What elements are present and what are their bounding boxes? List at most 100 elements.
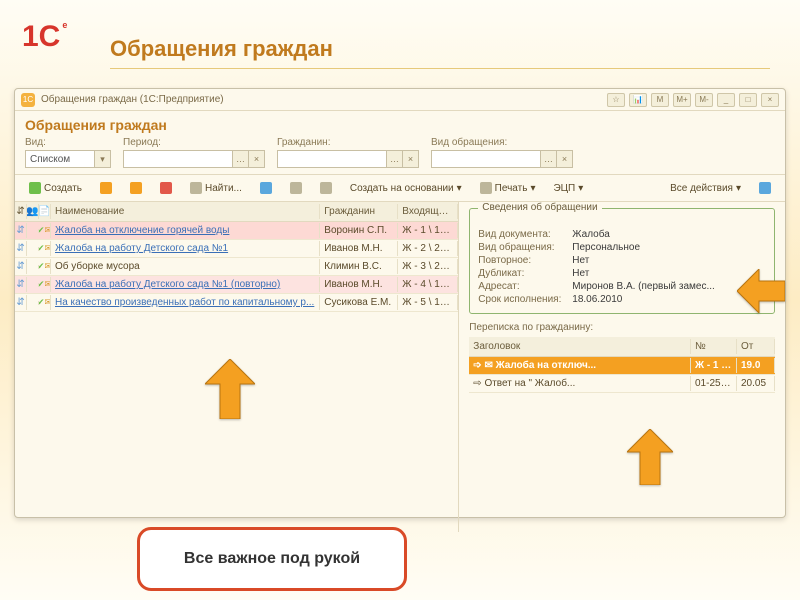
m-button[interactable]: M [651, 93, 669, 107]
filter-type-input[interactable] [431, 150, 541, 168]
detail-field: Адресат: Миронов В.А. (первый замес... [478, 281, 766, 292]
field-label: Вид обращения: [478, 242, 566, 253]
find-button[interactable]: Найти... [184, 179, 248, 197]
field-label: Вид документа: [478, 229, 566, 240]
details-pane: Сведения об обращении Вид документа:Жало… [459, 202, 785, 532]
ellipsis-icon[interactable]: … [233, 150, 249, 168]
correspondence-label: Переписка по гражданину: [469, 322, 775, 333]
table-row[interactable]: ⇵✔ ✉Жалоба на отключение горячей водыВор… [15, 222, 458, 240]
edit-button[interactable] [124, 179, 148, 197]
detail-field: Вид обращения: Персональное [478, 242, 766, 253]
help-button[interactable] [753, 179, 777, 197]
detail-field: Дубликат:Нет [478, 268, 766, 279]
row-citizen: Иванов М.Н. [320, 241, 398, 256]
callout-box: Все важное под рукой [137, 527, 407, 591]
titlebar: 1C Обращения граждан (1С:Предприятие) ☆ … [15, 89, 785, 111]
list-button[interactable] [284, 179, 308, 197]
table-row[interactable]: ⇵✔ ✉Жалоба на работу Детского сада №1Ива… [15, 240, 458, 258]
status-icon: ⇵ [16, 279, 24, 290]
all-actions-button[interactable]: Все действия ▾ [664, 180, 747, 197]
dropdown-icon[interactable]: ▾ [95, 150, 111, 168]
titlebar-buttons: ☆ 📊 M M+ M- _ □ × [607, 93, 779, 107]
list-header: ⇵ 👥 📄 Наименование Гражданин Входящий н [15, 202, 458, 222]
annotation-arrow-corr [627, 429, 673, 488]
ellipsis-icon[interactable]: … [387, 150, 403, 168]
list-icon [290, 182, 302, 194]
filter-vid-input[interactable] [25, 150, 95, 168]
row-citizen: Иванов М.Н. [320, 277, 398, 292]
create-button[interactable]: Создать [23, 179, 88, 197]
slide-title: Обращения граждан [110, 36, 770, 69]
filter-period-input[interactable] [123, 150, 233, 168]
mminus-button[interactable]: M- [695, 93, 713, 107]
copy-icon [100, 182, 112, 194]
row-incoming: Ж - 1 \ 19-0 [398, 223, 458, 238]
detail-field: Повторное:Нет [478, 255, 766, 266]
corr-col-title[interactable]: Заголовок [469, 339, 691, 354]
col-citizen[interactable]: Гражданин [320, 204, 398, 219]
field-value: Персональное [572, 242, 640, 253]
field-label: Адресат: [478, 281, 566, 292]
refresh-icon [260, 182, 272, 194]
print-button[interactable]: Печать ▾ [474, 179, 542, 197]
app-window: 1C Обращения граждан (1С:Предприятие) ☆ … [14, 88, 786, 518]
mplus-button[interactable]: M+ [673, 93, 691, 107]
table-row[interactable]: ⇵✔ ✉На качество произведенных работ по к… [15, 294, 458, 312]
row-citizen: Сусикова Е.М. [320, 295, 398, 310]
field-value: Миронов В.А. (первый замес... [572, 281, 715, 292]
filter-period-label: Период: [123, 137, 265, 148]
ellipsis-icon[interactable]: … [541, 150, 557, 168]
corr-num: Ж - 1 \ ... [691, 358, 737, 373]
status-icon: ⇵ [16, 261, 24, 272]
row-citizen: Климин В.С. [320, 259, 398, 274]
toolbar: Создать Найти... Создать на основании ▾ … [15, 175, 785, 202]
col-name[interactable]: Наименование [51, 204, 320, 219]
ecp-button[interactable]: ЭЦП ▾ [547, 180, 589, 197]
calc-icon[interactable]: 📊 [629, 93, 647, 107]
corr-num: 01-25 \ 1 [691, 376, 737, 391]
col-icon2[interactable]: 👥 [27, 204, 39, 219]
field-value: Жалоба [572, 229, 609, 240]
table-row[interactable]: ⇵✔ ✉Об уборке мусораКлимин В.С.Ж - 3 \ 2… [15, 258, 458, 276]
corr-row[interactable]: ⇨ Ответ на " Жалоб...01-25 \ 120.05 [469, 375, 775, 393]
corr-date: 19.0 [737, 358, 775, 373]
app-logo: 1Ce [22, 20, 65, 54]
row-name: На качество произведенных работ по капит… [55, 297, 314, 308]
filter-citizen-input[interactable] [277, 150, 387, 168]
detail-field: Вид документа: Жалоба [478, 229, 766, 240]
copy-button[interactable] [94, 179, 118, 197]
row-incoming: Ж - 3 \ 26-0 [398, 259, 458, 274]
search-icon [190, 182, 202, 194]
row-incoming: Ж - 4 \ 15-1 [398, 277, 458, 292]
corr-row[interactable]: ➩ ✉ Жалоба на отключ...Ж - 1 \ ...19.0 [469, 357, 775, 375]
refresh-button[interactable] [254, 179, 278, 197]
calendar-button[interactable] [314, 179, 338, 197]
details-group: Сведения об обращении Вид документа:Жало… [469, 208, 775, 314]
page-header: Обращения граждан [15, 111, 785, 135]
clear-icon[interactable]: × [557, 150, 573, 168]
annotation-arrow-details [737, 269, 785, 316]
col-icon3[interactable]: 📄 [39, 204, 51, 219]
filter-type-label: Вид обращения: [431, 137, 573, 148]
printer-icon [480, 182, 492, 194]
annotation-arrow-list [205, 359, 255, 422]
clear-icon[interactable]: × [403, 150, 419, 168]
field-label: Срок исполнения: [478, 294, 566, 305]
create-basis-button[interactable]: Создать на основании ▾ [344, 180, 468, 197]
row-incoming: Ж - 2 \ 21-0 [398, 241, 458, 256]
clear-icon[interactable]: × [249, 150, 265, 168]
col-incoming[interactable]: Входящий н [398, 204, 458, 219]
filter-vid-label: Вид: [25, 137, 111, 148]
table-row[interactable]: ⇵✔ ✉Жалоба на работу Детского сада №1 (п… [15, 276, 458, 294]
col-icon1[interactable]: ⇵ [15, 204, 27, 219]
corr-title: ➩ ✉ Жалоба на отключ... [469, 358, 691, 373]
filter-bar: Вид: ▾ Период: …× Гражданин: …× Вид обра… [15, 135, 785, 175]
corr-col-date[interactable]: От [737, 339, 775, 354]
fav-icon[interactable]: ☆ [607, 93, 625, 107]
plus-icon [29, 182, 41, 194]
maximize-button[interactable]: □ [739, 93, 757, 107]
close-button[interactable]: × [761, 93, 779, 107]
delete-button[interactable] [154, 179, 178, 197]
minimize-button[interactable]: _ [717, 93, 735, 107]
corr-col-num[interactable]: № [691, 339, 737, 354]
